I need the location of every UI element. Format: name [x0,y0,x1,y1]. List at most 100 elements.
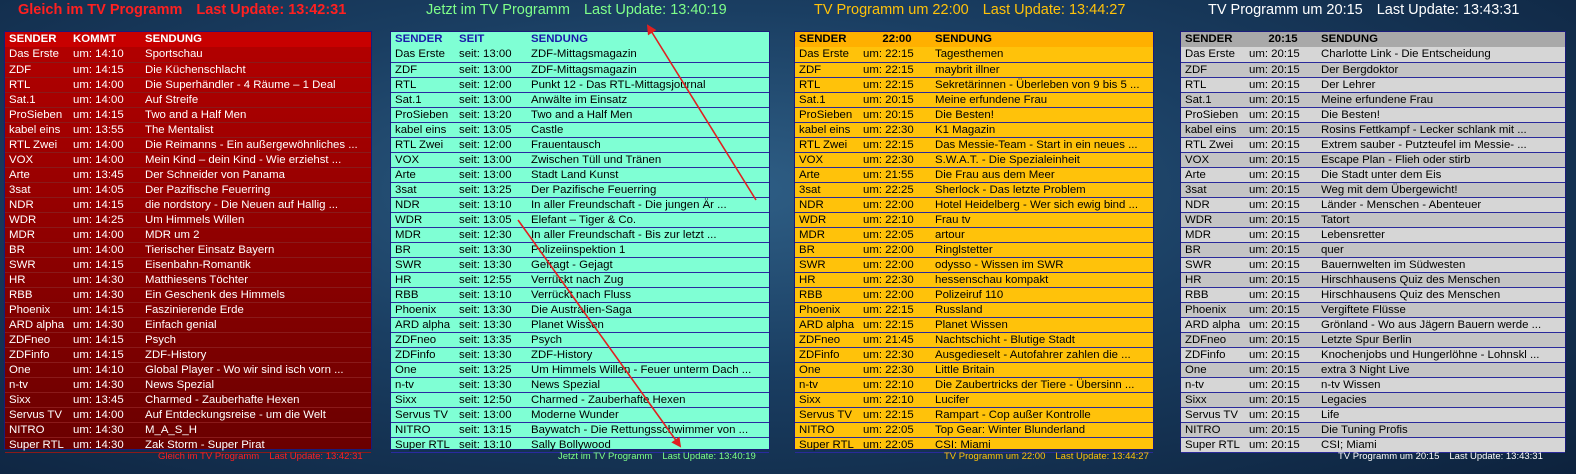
cell-show: Verrückt nach Zug [527,272,769,288]
cell-show: Faszinierende Erde [141,302,371,318]
cell-time: um: 21:55 [859,167,931,183]
table-row: Servus TV um: 20:15 Life [1181,407,1565,423]
cell-show: The Mentalist [141,122,371,138]
cell-sender: Sat.1 [5,92,69,108]
table-row: HR um: 14:30 Matthiesens Töchter [5,272,371,288]
cell-time: um: 13:55 [69,122,141,138]
cell-time: um: 14:00 [69,407,141,423]
cell-show: Hotel Heidelberg - Wer sich ewig bind ..… [931,197,1153,213]
cell-time: um: 14:10 [69,47,141,63]
header-title: Jetzt im TV Programm [426,2,570,18]
cell-show: Charmed - Zauberhafte Hexen [527,392,769,408]
table-row: RTL Zwei um: 22:15 Das Messie-Team - Start… [795,137,1153,153]
cell-show: Two and a Half Men [527,107,769,123]
cell-sender: RTL [5,77,69,93]
footer-jetzt: Jetzt im TV Programm Last Update: 13:40:1… [558,450,778,464]
cell-sender: NDR [1181,197,1245,213]
header-update: Last Update: 13:40:19 [583,2,727,18]
table-row: RBB um: 20:15 Hirschhausens Quiz des Mensc… [1181,287,1565,303]
cell-sender: One [391,362,455,378]
cell-time: um: 22:00 [859,287,931,303]
cell-time: um: 20:15 [1245,302,1317,318]
cell-time: seit: 13:00 [455,47,527,63]
cell-sender: Servus TV [795,407,859,423]
table-row: Arte um: 20:15 Die Stadt unter dem Eis [1181,167,1565,183]
footer-update: Last Update: 13:43:31 [1449,451,1543,462]
table-row: MDR um: 20:15 Lebensretter [1181,227,1565,243]
table-row: n-tv um: 20:15 n-tv Wissen [1181,377,1565,393]
cell-time: seit: 12:00 [455,137,527,153]
cell-show: Hirschhausens Quiz des Menschen [1317,287,1565,303]
cell-time: seit: 13:30 [455,347,527,363]
cell-time: um: 20:15 [1245,122,1317,138]
cell-time: um: 20:15 [1245,62,1317,78]
cell-time: um: 20:15 [1245,242,1317,258]
cell-show: Legacies [1317,392,1565,408]
cell-time: seit: 13:30 [455,317,527,333]
cell-show: MDR um 2 [141,227,371,243]
cell-sender: Super RTL [1181,437,1245,453]
table-row: Das Erste um: 14:10 Sportschau [5,47,371,63]
cell-show: n-tv Wissen [1317,377,1565,393]
cell-sender: MDR [391,227,455,243]
cell-sender: Phoenix [1181,302,1245,318]
cell-sender: VOX [5,152,69,168]
cell-sender: Sixx [795,392,859,408]
cell-sender: One [795,362,859,378]
table-row: Arte seit: 13:00 Stadt Land Kunst [391,167,769,183]
cell-sender: Sixx [5,392,69,408]
cell-show: Two and a Half Men [141,107,371,123]
cell-sender: SWR [5,257,69,273]
col-show: SENDUNG [141,32,371,47]
table-row: ZDF um: 20:15 Der Bergdoktor [1181,62,1565,78]
cell-sender: Servus TV [1181,407,1245,423]
cell-time: seit: 13:00 [455,407,527,423]
cell-show: Stadt Land Kunst [527,167,769,183]
table-row: RBB um: 22:00 Polizeiruf 110 [795,287,1153,303]
table-row: ZDF um: 22:15 maybrit illner [795,62,1153,78]
cell-sender: One [5,362,69,378]
cell-sender: NITRO [795,422,859,438]
cell-time: um: 22:00 [859,257,931,273]
table-row: RBB um: 14:30 Ein Geschenk des Himmels [5,287,371,303]
table-row: Sat.1 um: 20:15 Meine erfundene Frau [795,92,1153,108]
footer-gleich: Gleich im TV Programm Last Update: 13:42:… [158,450,388,464]
table-row: kabel eins um: 13:55 The Mentalist [5,122,371,138]
footer-title: Jetzt im TV Programm [558,451,653,462]
cell-show: Tierischer Einsatz Bayern [141,242,371,258]
cell-time: um: 13:45 [69,167,141,183]
header-title: TV Programm um 22:00 [814,2,969,18]
cell-sender: Super RTL [5,437,69,453]
cell-sender: BR [1181,242,1245,258]
table-row: ZDFinfo um: 22:30 Ausgedieselt - Autofahre… [795,347,1153,363]
cell-time: um: 20:15 [1245,407,1317,423]
cell-sender: Phoenix [5,302,69,318]
table-row: VOX um: 14:00 Mein Kind – dein Kind - Wie … [5,152,371,168]
cell-time: seit: 12:50 [455,392,527,408]
cell-time: um: 20:15 [1245,92,1317,108]
table-row: kabel eins seit: 13:05 Castle [391,122,769,138]
cell-show: ZDF-Mittagsmagazin [527,62,769,78]
cell-show: News Spezial [141,377,371,393]
table-row: One um: 14:10 Global Player - Wo wir sind … [5,362,371,378]
table-row: n-tv um: 22:10 Die Zaubertricks der Tiere … [795,377,1153,393]
table-row: RTL um: 14:00 Die Superhändler - 4 Räume –… [5,77,371,93]
table-row: WDR seit: 13:05 Elefant – Tiger & Co. [391,212,769,228]
cell-show: Die Stadt unter dem Eis [1317,167,1565,183]
table-row: ZDFneo um: 20:15 Letzte Spur Berlin [1181,332,1565,348]
cell-sender: One [1181,362,1245,378]
cell-show: Der Bergdoktor [1317,62,1565,78]
cell-time: um: 22:30 [859,362,931,378]
cell-show: quer [1317,242,1565,258]
cell-show: Der Lehrer [1317,77,1565,93]
cell-show: Meine erfundene Frau [1317,92,1565,108]
cell-sender: RBB [391,287,455,303]
cell-sender: WDR [5,212,69,228]
cell-time: um: 20:15 [1245,272,1317,288]
cell-sender: VOX [795,152,859,168]
table-row: SWR um: 22:00 odysso - Wissen im SWR [795,257,1153,273]
cell-time: um: 14:05 [69,182,141,198]
cell-time: um: 20:15 [859,92,931,108]
cell-sender: ProSieben [391,107,455,123]
table-row: ZDFinfo um: 14:15 ZDF-History [5,347,371,363]
